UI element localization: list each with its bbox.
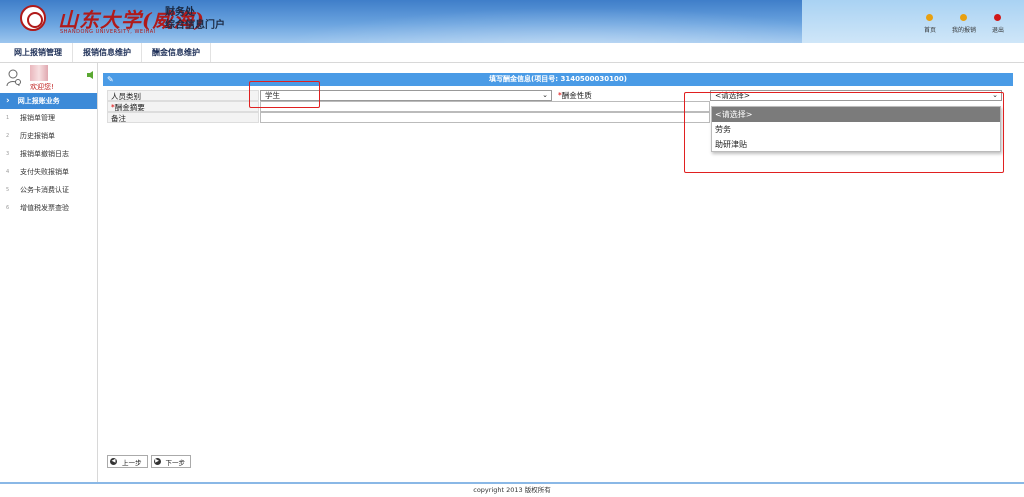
sidebar-item-label: 报销单撤销日志 <box>20 150 69 158</box>
collapse-arrow-icon[interactable] <box>87 71 93 79</box>
arrow-right-icon: ▶ <box>153 458 161 465</box>
summary-input[interactable] <box>260 101 710 112</box>
portal-title: 财务处 综合信息门户 <box>165 6 225 32</box>
sidebar-item-label: 历史报销单 <box>20 132 55 140</box>
tab-online-reimbursement[interactable]: 网上报销管理 <box>4 43 73 62</box>
footer: copyright 2013 版权所有 <box>0 482 1024 497</box>
nature-label: *酬金性质 <box>555 90 685 101</box>
tab-reimbursement-info[interactable]: 报销信息维护 <box>73 43 142 62</box>
sidebar-item-label: 增值税发票查验 <box>20 204 69 212</box>
university-logo-subtitle: SHANDONG UNIVERSITY, WEIHAI <box>60 29 156 35</box>
nav-my-reimbursement-label: 我的报销 <box>951 27 976 34</box>
welcome-text: 欢迎您! <box>30 83 54 91</box>
panel-title: 填写酬金信息(项目号: 3140500030100) <box>489 75 627 83</box>
sidebar-item-number: 4 <box>6 169 10 175</box>
portal-name: 综合信息门户 <box>165 20 225 31</box>
sidebar-item-label: 报销单管理 <box>20 114 55 122</box>
remark-label: 备注 <box>107 112 259 123</box>
arrow-left-icon: ◀ <box>110 458 117 465</box>
prev-step-button[interactable]: ◀ 上一步 <box>107 455 148 468</box>
sidebar-item-online-business[interactable]: › 网上报账业务 <box>0 93 97 109</box>
dept-name: 财务处 <box>165 7 195 18</box>
nav-home[interactable]: 首页 <box>924 14 936 34</box>
pencil-icon: ✎ <box>107 75 114 84</box>
sidebar-item-number: 6 <box>6 205 10 211</box>
banner-decoration <box>220 0 820 43</box>
chevron-right-icon: › <box>6 96 10 106</box>
sidebar-item-invoice-check[interactable]: 6 增值税发票查验 <box>0 199 97 217</box>
sidebar-item-payment-failed[interactable]: 4 支付失败报销单 <box>0 163 97 181</box>
person-type-label: 人员类别 <box>107 90 259 101</box>
user-settings-icon <box>6 69 21 87</box>
sidebar-item-label: 公务卡消费认证 <box>20 186 69 194</box>
nav-home-label: 首页 <box>923 27 936 34</box>
next-step-button[interactable]: ▶ 下一步 <box>150 455 191 468</box>
sidebar: 欢迎您! › 网上报账业务 1 报销单管理 2 历史报销单 3 报销单撤销日志 … <box>0 63 98 482</box>
main-tabs: 网上报销管理 报销信息维护 酬金信息维护 <box>0 43 1024 63</box>
highlight-box-person-type <box>249 81 320 108</box>
avatar <box>30 65 48 81</box>
sidebar-item-card-auth[interactable]: 5 公务卡消费认证 <box>0 181 97 199</box>
sidebar-item-number: 5 <box>6 187 10 193</box>
sidebar-active-label: 网上报账业务 <box>17 97 60 105</box>
logout-dot-icon <box>994 14 1002 21</box>
next-step-label: 下一步 <box>165 458 186 467</box>
highlight-box-nature-dropdown <box>684 92 1004 173</box>
summary-label-text: 酬金摘要 <box>114 103 145 112</box>
nav-logout[interactable]: 退出 <box>992 14 1004 34</box>
step-buttons: ◀ 上一步 ▶ 下一步 <box>107 455 191 468</box>
nature-label-text: 酬金性质 <box>561 91 592 100</box>
sidebar-item-number: 2 <box>6 133 10 139</box>
home-dot-icon <box>926 14 934 21</box>
prev-step-label: 上一步 <box>122 458 142 467</box>
tab-remuneration-info[interactable]: 酬金信息维护 <box>142 43 211 62</box>
summary-label: *酬金摘要 <box>107 101 259 112</box>
sidebar-item-revocation-log[interactable]: 3 报销单撤销日志 <box>0 145 97 163</box>
nav-logout-label: 退出 <box>991 27 1004 34</box>
sidebar-item-number: 3 <box>6 151 10 157</box>
reimbursement-dot-icon <box>960 14 968 21</box>
remark-input[interactable] <box>260 112 710 123</box>
sidebar-item-history[interactable]: 2 历史报销单 <box>0 127 97 145</box>
sidebar-item-reimbursement-management[interactable]: 1 报销单管理 <box>0 109 97 127</box>
sidebar-item-number: 1 <box>6 115 10 121</box>
top-nav: 首页 我的报销 退出 <box>924 14 1004 34</box>
user-box: 欢迎您! <box>0 63 97 93</box>
nav-my-reimbursement[interactable]: 我的报销 <box>952 14 976 34</box>
sidebar-item-label: 支付失败报销单 <box>20 168 69 176</box>
chevron-down-icon: ⌄ <box>542 91 548 99</box>
university-seal-icon <box>20 5 46 31</box>
top-banner: 山东大学(威海) SHANDONG UNIVERSITY, WEIHAI 财务处… <box>0 0 1024 43</box>
panel-title-bar: ✎ 填写酬金信息(项目号: 3140500030100) <box>103 73 1013 86</box>
